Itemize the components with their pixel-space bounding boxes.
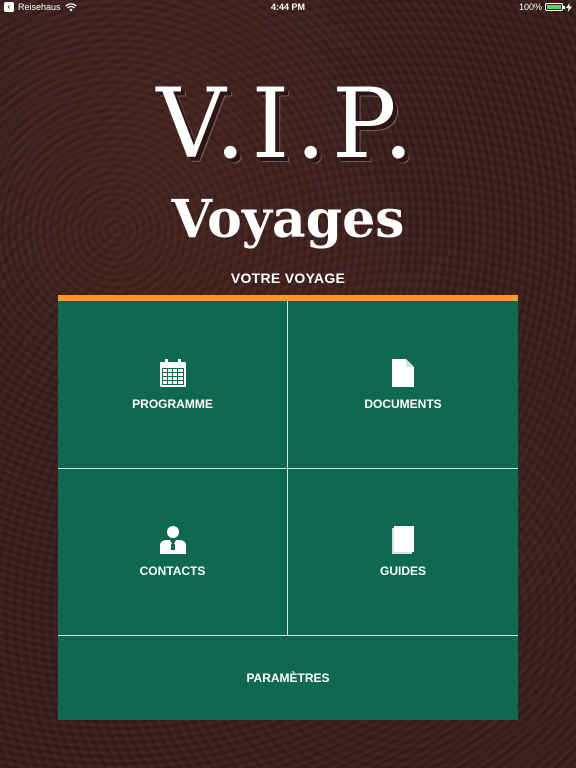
book-icon bbox=[392, 526, 414, 554]
menu-panel: PROGRAMME DOCUMENTS CONTACTS GUIDES PARA… bbox=[58, 295, 518, 720]
guides-button[interactable]: GUIDES bbox=[288, 469, 518, 635]
charging-bolt-icon bbox=[566, 2, 572, 12]
documents-button[interactable]: DOCUMENTS bbox=[288, 301, 518, 468]
person-icon bbox=[159, 526, 186, 554]
status-time: 4:44 PM bbox=[270, 2, 305, 12]
programme-button[interactable]: PROGRAMME bbox=[58, 301, 287, 468]
programme-label: PROGRAMME bbox=[132, 396, 213, 411]
logo-vip: V.I.P. bbox=[156, 68, 420, 180]
contacts-label: CONTACTS bbox=[139, 564, 206, 578]
parametres-label: PARAMÈTRES bbox=[246, 671, 330, 685]
guides-label: GUIDES bbox=[379, 564, 426, 578]
contacts-button[interactable]: CONTACTS bbox=[58, 469, 287, 635]
battery-percent: 100% bbox=[518, 2, 542, 12]
tile-divider-horizontal bbox=[58, 468, 518, 469]
calendar-icon bbox=[159, 358, 186, 387]
document-icon bbox=[392, 358, 414, 387]
documents-label: DOCUMENTS bbox=[364, 396, 442, 411]
status-bar: ‹ Reisehaus 4:44 PM 100% bbox=[0, 0, 576, 16]
section-title: VOTRE VOYAGE bbox=[230, 270, 346, 286]
battery-status: 100% bbox=[519, 2, 572, 12]
tile-divider-horizontal bbox=[58, 635, 518, 636]
parametres-button[interactable]: PARAMÈTRES bbox=[58, 636, 518, 720]
battery-icon bbox=[545, 3, 565, 11]
logo-voyages: Voyages bbox=[171, 189, 405, 250]
